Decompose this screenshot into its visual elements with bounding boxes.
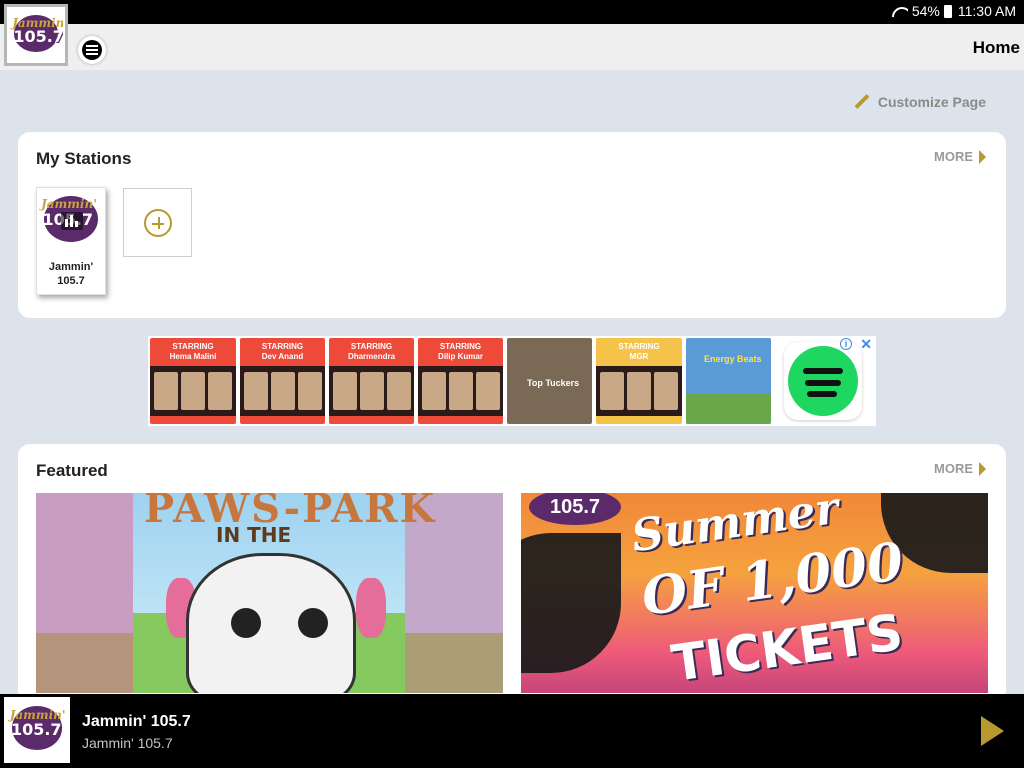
page-title: Home — [972, 38, 1020, 57]
now-playing-thumbnail: Jammin' 105.7 — [4, 697, 70, 763]
now-playing-bars-icon — [61, 212, 83, 230]
now-playing-subtitle: Jammin' 105.7 — [82, 735, 173, 751]
ad-card-tag: STARRING — [618, 342, 660, 351]
jammin-105-7-logo-icon: Jammin'105.7 — [9, 9, 63, 61]
add-circle-icon — [144, 209, 172, 237]
my-stations-card: My Stations MORE Jammin'105.7 Jammin' 10… — [18, 132, 1006, 318]
station-tile[interactable]: Jammin'105.7 Jammin' 105.7 — [36, 187, 106, 295]
my-stations-more-button[interactable]: MORE — [934, 149, 986, 164]
ad-card[interactable]: STARRING Dilip Kumar — [418, 338, 503, 424]
battery-percent: 54% — [911, 3, 940, 19]
ad-card-name: Dilip Kumar — [438, 352, 483, 361]
ad-card-name: MGR — [629, 352, 649, 361]
station-name: Jammin' 105.7 — [48, 261, 94, 287]
ad-card[interactable]: STARRING Hema Malini — [150, 338, 236, 424]
more-label: MORE — [934, 149, 973, 164]
ad-banner[interactable]: STARRING Hema Malini STARRING Dev Anand ST… — [148, 336, 876, 426]
dog-illustration-icon — [186, 553, 356, 693]
ad-card-tag: STARRING — [172, 342, 214, 351]
featured-subhead: IN THE — [216, 523, 292, 547]
ad-card-name: Top Tuckers — [527, 378, 580, 388]
ad-close-icon[interactable]: ✕ — [860, 336, 872, 353]
chevron-right-icon — [979, 461, 986, 476]
menu-button[interactable] — [78, 36, 106, 64]
battery-icon — [943, 4, 952, 18]
now-playing-bar[interactable]: Jammin' 105.7 Jammin' 105.7 Jammin' 105.7 — [0, 694, 1024, 768]
add-station-button[interactable] — [123, 188, 192, 257]
ad-card[interactable]: STARRING MGR — [596, 338, 682, 424]
app-header — [0, 24, 1024, 70]
play-icon[interactable] — [981, 716, 1004, 746]
status-bar-right: 54% 11:30 AM — [892, 3, 1016, 19]
customize-page-button[interactable]: Customize Page — [854, 94, 986, 110]
ad-card[interactable]: STARRING Dev Anand — [240, 338, 325, 424]
wifi-icon — [892, 5, 908, 17]
ad-card-name: Dev Anand — [261, 352, 304, 361]
featured-item-paws-in-the-park[interactable]: PAWS-PARK IN THE — [36, 493, 503, 693]
jammin-105-7-logo-icon: Jammin'105.7 — [6, 699, 68, 761]
featured-title: Featured — [36, 461, 108, 480]
pencil-icon — [854, 94, 870, 110]
featured-card: Featured MORE PAWS-PARK IN THE 105.7 Sum… — [18, 444, 1006, 704]
ad-card-name: Hema Malini — [169, 352, 217, 361]
ad-card-tag: STARRING — [261, 342, 304, 351]
ad-card[interactable]: Energy Beats — [686, 338, 771, 424]
ad-card-tag: STARRING — [439, 342, 482, 351]
now-playing-title: Jammin' 105.7 — [82, 713, 191, 730]
clock: 11:30 AM — [957, 3, 1016, 19]
station-logo-button[interactable]: Jammin' 105.7 — [4, 4, 68, 66]
ad-info-icon[interactable]: i — [840, 338, 852, 350]
status-bar: 54% 11:30 AM — [0, 0, 1024, 24]
ad-card-tag: STARRING — [350, 342, 393, 351]
ad-card-name: Dharmendra — [347, 352, 396, 361]
ad-card-name: Energy Beats — [704, 354, 762, 364]
chevron-right-icon — [979, 149, 986, 164]
customize-page-label: Customize Page — [877, 94, 986, 110]
station-art: Jammin'105.7 — [37, 188, 105, 254]
featured-more-button[interactable]: MORE — [934, 461, 986, 476]
more-label: MORE — [934, 461, 973, 476]
ad-card[interactable]: Top Tuckers — [507, 338, 592, 424]
menu-icon — [82, 40, 102, 60]
my-stations-title: My Stations — [36, 149, 132, 168]
featured-item-summer-of-1000-tickets[interactable]: 105.7 Summer OF 1,000 TICKETS — [521, 493, 988, 693]
ad-card[interactable]: STARRING Dharmendra — [329, 338, 414, 424]
spotify-logo-icon[interactable] — [784, 342, 862, 420]
featured-badge: 105.7 — [529, 493, 621, 525]
